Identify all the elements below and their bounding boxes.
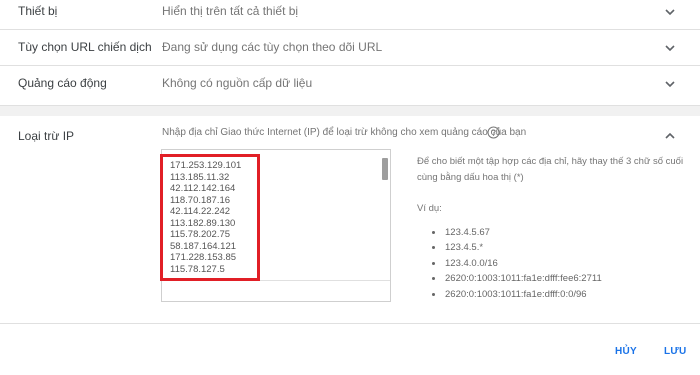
row-campaign-url-options[interactable]: Tùy chọn URL chiến dịch Đang sử dụng các… (0, 30, 700, 66)
chevron-down-icon[interactable] (662, 40, 678, 56)
red-highlight-box (160, 154, 260, 281)
chevron-down-icon[interactable] (662, 76, 678, 92)
examples-title: Ví dụ: (417, 203, 442, 214)
ip-exclusion-description: Nhập địa chỉ Giao thức Internet (IP) để … (162, 127, 527, 138)
ip-exclusion-section: Loại trừ IP Nhập địa chỉ Giao thức Inter… (0, 116, 700, 375)
save-button[interactable]: LƯU (664, 346, 687, 357)
cancel-button[interactable]: HỦY (615, 346, 637, 357)
row-devices[interactable]: Thiết bị Hiển thị trên tất cả thiết bị (0, 0, 700, 30)
wildcard-help-text: Để cho biết một tập hợp các địa chỉ, hãy… (417, 156, 684, 183)
row-value: Hiển thị trên tất cả thiết bị (162, 4, 299, 18)
chevron-down-icon[interactable] (662, 4, 678, 20)
chevron-up-icon[interactable] (662, 128, 678, 144)
help-icon[interactable] (487, 126, 500, 139)
section-gap (0, 106, 700, 116)
example-item: 123.4.0.0/16 (430, 256, 602, 271)
row-label: Thiết bị (18, 4, 58, 18)
ip-exclusion-label: Loại trừ IP (18, 129, 75, 143)
example-item: 123.4.5.67 (430, 225, 602, 240)
row-dynamic-ads[interactable]: Quảng cáo động Không có nguồn cấp dữ liệ… (0, 66, 700, 106)
examples-list: 123.4.5.67 123.4.5.* 123.4.0.0/16 2620:0… (430, 225, 602, 302)
settings-panel: Thiết bị Hiển thị trên tất cả thiết bị T… (0, 0, 700, 375)
example-item: 2620:0:1003:1011:fa1e:dfff:0:0/96 (430, 287, 602, 302)
row-value: Không có nguồn cấp dữ liệu (162, 76, 313, 90)
row-label: Quảng cáo động (18, 76, 107, 90)
row-value: Đang sử dụng các tùy chọn theo dõi URL (162, 40, 383, 54)
row-label: Tùy chọn URL chiến dịch (18, 40, 152, 54)
example-item: 2620:0:1003:1011:fa1e:dfff:fee6:2711 (430, 271, 602, 286)
example-item: 123.4.5.* (430, 240, 602, 255)
actions-divider (0, 323, 700, 324)
textarea-scrollbar[interactable] (382, 158, 388, 180)
